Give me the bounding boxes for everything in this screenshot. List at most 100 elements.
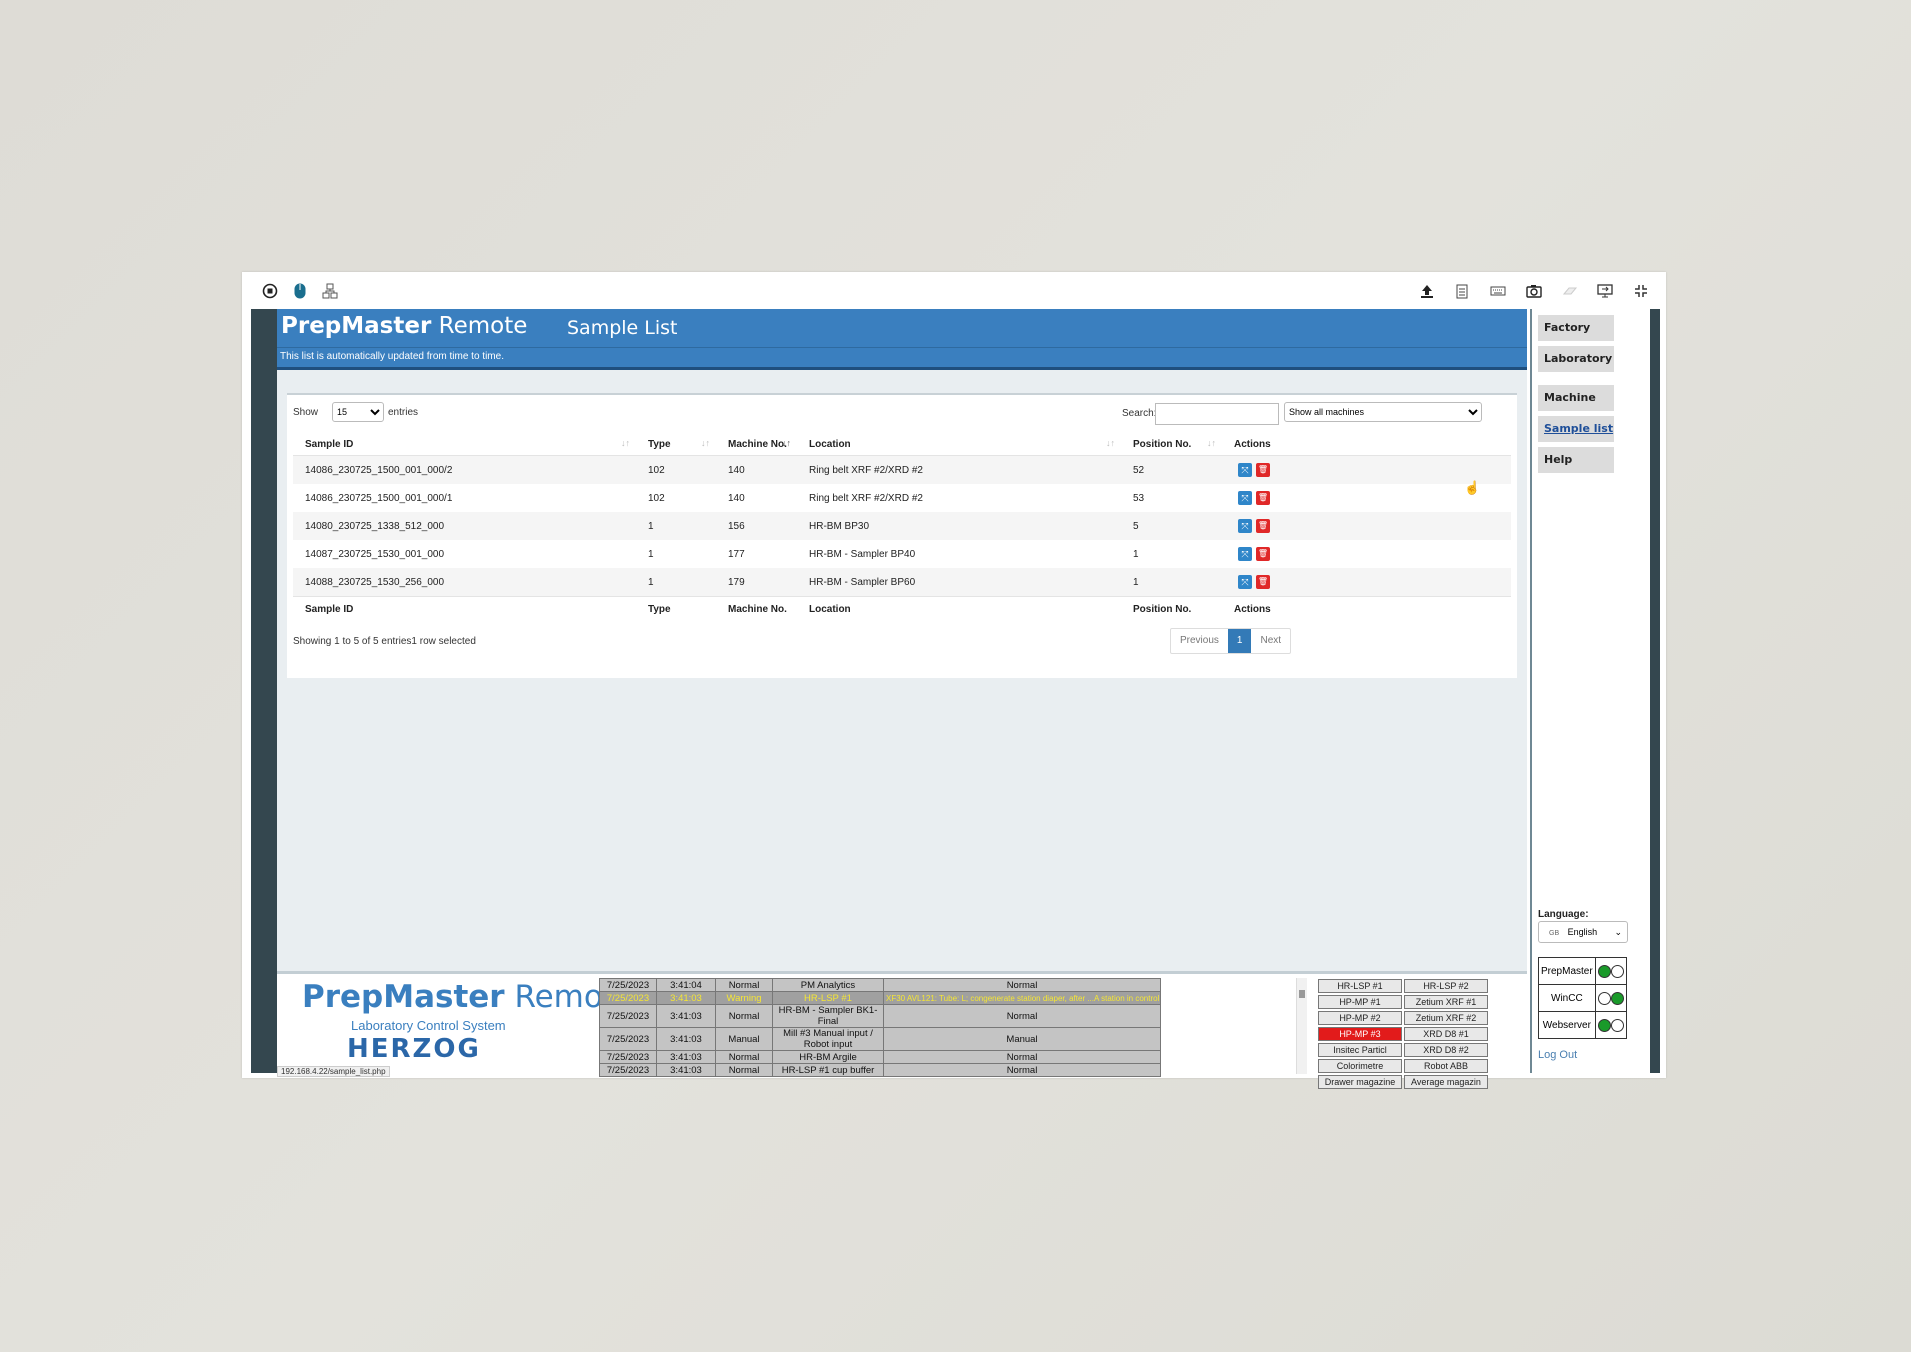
status-url: 192.168.4.22/sample_list.php — [277, 1066, 390, 1077]
nav-help[interactable]: Help — [1538, 447, 1614, 473]
machine-status-grid: HR-LSP #1 HR-LSP #2 HP-MP #1 Zetium XRF #1 H… — [1318, 979, 1488, 1089]
page-1-button[interactable]: 1 — [1227, 629, 1252, 653]
remote-screen: PrepMaster Remote Sample List This list … — [251, 309, 1660, 1089]
previous-button[interactable]: Previous — [1171, 629, 1228, 653]
status-lights — [1594, 984, 1627, 1012]
machine-status-button[interactable]: HR-LSP #1 — [1318, 979, 1402, 993]
log-time: 3:41:03 — [656, 991, 716, 1005]
delete-icon[interactable]: 🗑 — [1256, 547, 1270, 561]
table-row[interactable]: 14086_230725_1500_001_000/1 102 140 Ring be… — [293, 484, 1511, 512]
next-button[interactable]: Next — [1251, 629, 1290, 653]
col-sample-id[interactable]: Sample ID ↓↑ — [293, 433, 636, 456]
remote-display-icon[interactable] — [1595, 281, 1615, 301]
minimize-icon[interactable] — [1631, 281, 1651, 301]
cell-type: 1 — [648, 548, 654, 560]
col-type[interactable]: Type ↓↑ — [636, 433, 716, 456]
machine-filter-select[interactable]: Show all machines — [1284, 402, 1482, 422]
log-mode: Manual — [715, 1027, 773, 1051]
remote-viewer-window: PrepMaster Remote Sample List This list … — [242, 272, 1666, 1089]
delete-icon[interactable]: 🗑 — [1256, 463, 1270, 477]
main-area: PrepMaster Remote Sample List This list … — [277, 309, 1527, 1089]
machine-status-button[interactable]: HR-LSP #2 — [1404, 979, 1488, 993]
cell-sample-id: 14087_230725_1530_001_000 — [305, 548, 445, 560]
view-details-icon[interactable]: ⤧ — [1238, 575, 1252, 589]
nav-factory[interactable]: Factory — [1538, 315, 1614, 341]
machine-status-button[interactable]: Colorimetre — [1318, 1059, 1402, 1073]
cell-sample-id: 14080_230725_1338_512_000 — [305, 520, 445, 532]
table-info: Showing 1 to 5 of 5 entries1 row selecte… — [293, 636, 476, 647]
table-row[interactable]: 14087_230725_1530_001_000 1 177 HR-BM - Sam… — [293, 540, 1511, 568]
entries-select[interactable]: 15 — [332, 402, 384, 422]
log-state: Normal — [883, 1063, 1161, 1077]
machine-status-button[interactable]: Insitec Particl — [1318, 1043, 1402, 1057]
cell-machine: 140 — [728, 464, 745, 476]
table-footer-row: Sample ID Type Machine No. Location Posi… — [293, 596, 1511, 622]
machine-status-button[interactable]: HP-MP #2 — [1318, 1011, 1402, 1025]
log-date: 7/25/2023 — [599, 1050, 657, 1064]
log-row: 7/25/2023 3:41:03 Warning HR-LSP #1 XF30 AVL… — [599, 991, 1161, 1005]
show-label: Show — [293, 407, 319, 418]
log-mode: Normal — [715, 978, 773, 992]
language-select[interactable]: GB English ⌄ — [1538, 921, 1628, 943]
cell-machine: 179 — [728, 576, 745, 588]
foot-location: Location — [797, 596, 1121, 622]
stop-icon[interactable] — [260, 281, 280, 301]
table-row[interactable]: 14086_230725_1500_001_000/2 102 140 Ring be… — [293, 455, 1511, 484]
foot-actions: Actions — [1222, 596, 1511, 622]
upload-icon[interactable] — [1417, 281, 1437, 301]
machine-status-button[interactable]: HP-MP #3 — [1318, 1027, 1402, 1041]
status-row: WinCC — [1538, 984, 1627, 1012]
cell-type: 1 — [648, 520, 654, 532]
log-date: 7/25/2023 — [599, 1004, 657, 1028]
log-date: 7/25/2023 — [599, 991, 657, 1005]
col-position-no[interactable]: Position No. ↓↑ — [1121, 433, 1222, 456]
camera-icon[interactable] — [1524, 281, 1544, 301]
sample-list-panel: Show 15 entries Search: Show all machine… — [287, 393, 1517, 678]
col-location[interactable]: Location ↓↑ — [797, 433, 1121, 456]
view-details-icon[interactable]: ⤧ — [1238, 519, 1252, 533]
machine-status-button[interactable]: Drawer magazine — [1318, 1075, 1402, 1089]
logout-link[interactable]: Log Out — [1538, 1049, 1577, 1061]
network-icon[interactable] — [320, 281, 340, 301]
language-label: Language: — [1538, 909, 1589, 920]
log-scrollbar[interactable] — [1296, 978, 1307, 1074]
log-mode: Normal — [715, 1050, 773, 1064]
col-machine-no[interactable]: Machine No. ↓↑ — [716, 433, 797, 456]
view-details-icon[interactable]: ⤧ — [1238, 463, 1252, 477]
log-time: 3:41:03 — [656, 1004, 716, 1028]
delete-icon[interactable]: 🗑 — [1256, 491, 1270, 505]
log-row: 7/25/2023 3:41:03 Normal HR-BM Argile Normal — [599, 1050, 1161, 1064]
keyboard-icon[interactable] — [1488, 281, 1508, 301]
machine-status-button[interactable]: Average magazin — [1404, 1075, 1488, 1089]
mouse-icon[interactable] — [290, 281, 310, 301]
eraser-icon[interactable] — [1560, 281, 1580, 301]
delete-icon[interactable]: 🗑 — [1256, 519, 1270, 533]
search-input[interactable] — [1155, 403, 1279, 425]
machine-status-button[interactable]: Robot ABB — [1404, 1059, 1488, 1073]
cell-type: 1 — [648, 576, 654, 588]
cell-type: 102 — [648, 492, 665, 504]
view-details-icon[interactable]: ⤧ — [1238, 491, 1252, 505]
status-row: Webserver — [1538, 1011, 1627, 1039]
clipboard-icon[interactable] — [1452, 281, 1472, 301]
table-row[interactable]: 14080_230725_1338_512_000 1 156 HR-BM BP30 5… — [293, 512, 1511, 540]
cell-position: 1 — [1133, 576, 1139, 588]
machine-status-button[interactable]: HP-MP #1 — [1318, 995, 1402, 1009]
log-time: 3:41:03 — [656, 1063, 716, 1077]
cell-location: Ring belt XRF #2/XRD #2 — [809, 492, 923, 504]
machine-status-button[interactable]: XRD D8 #1 — [1404, 1027, 1488, 1041]
delete-icon[interactable]: 🗑 — [1256, 575, 1270, 589]
view-details-icon[interactable]: ⤧ — [1238, 547, 1252, 561]
nav-machine-list[interactable]: Machine list — [1538, 385, 1614, 430]
status-name: PrepMaster — [1538, 957, 1596, 985]
nav-sample-list[interactable]: Sample list — [1538, 416, 1614, 442]
green-light-icon — [1597, 1018, 1611, 1032]
table-row[interactable]: 14088_230725_1530_256_000 1 179 HR-BM - Sam… — [293, 568, 1511, 597]
log-state: Normal — [883, 1050, 1161, 1064]
log-machine: HR-BM - Sampler BK1-Final — [772, 1004, 884, 1028]
nav-laboratory[interactable]: Laboratory — [1538, 346, 1614, 372]
cell-location: HR-BM - Sampler BP40 — [809, 548, 916, 560]
machine-status-button[interactable]: XRD D8 #2 — [1404, 1043, 1488, 1057]
machine-status-button[interactable]: Zetium XRF #1 — [1404, 995, 1488, 1009]
machine-status-button[interactable]: Zetium XRF #2 — [1404, 1011, 1488, 1025]
